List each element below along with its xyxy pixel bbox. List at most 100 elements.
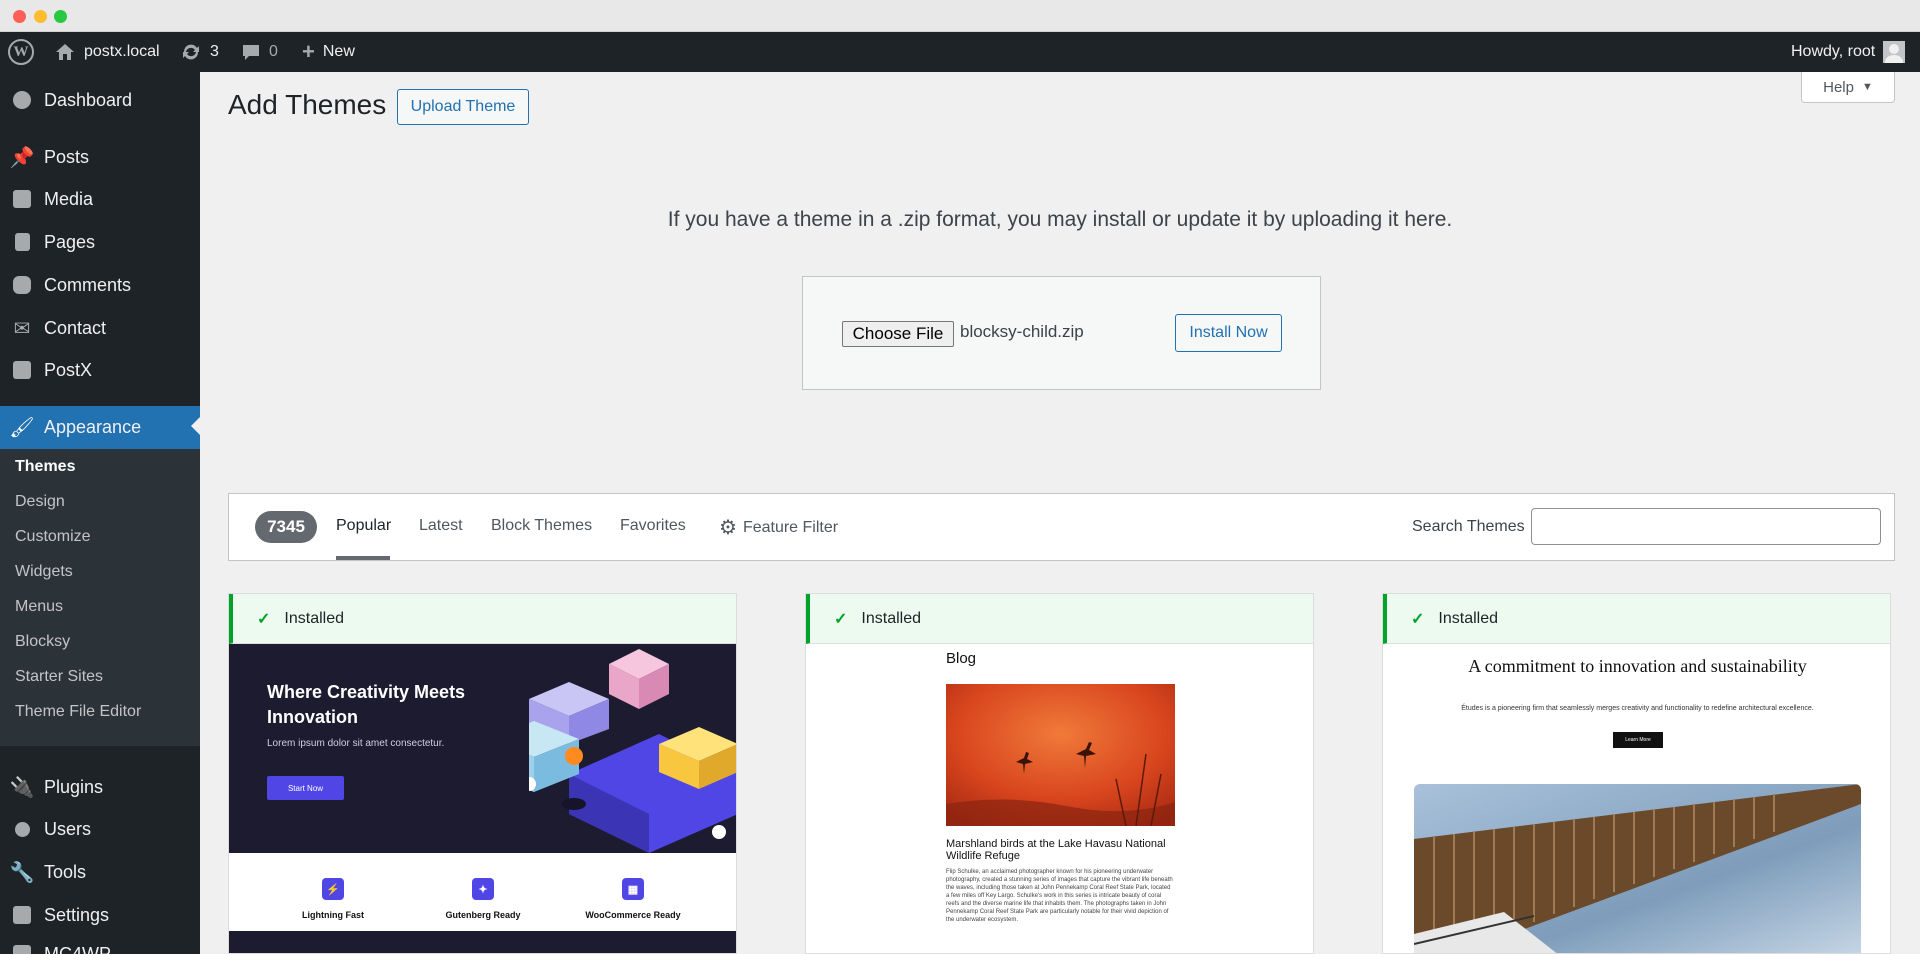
submenu-item-themes[interactable]: Themes bbox=[15, 458, 75, 476]
hero-cta: Learn More bbox=[1613, 732, 1663, 748]
sidebar-item-label: Posts bbox=[44, 146, 90, 167]
media-icon bbox=[0, 190, 44, 208]
hero-cta: Start Now bbox=[267, 776, 344, 800]
post-caption: Marshland birds at the Lake Havasu Natio… bbox=[946, 838, 1166, 862]
sidebar-item-users[interactable]: Users bbox=[0, 809, 200, 849]
sidebar-item-label: Appearance bbox=[44, 417, 142, 437]
sidebar-item-postx[interactable]: PostX bbox=[0, 350, 200, 390]
tab-block-themes[interactable]: Block Themes bbox=[491, 517, 592, 535]
theme-filter-bar: 7345 Popular Latest Block Themes Favorit… bbox=[228, 493, 1895, 561]
postx-icon bbox=[0, 361, 44, 379]
feature-filter-label: Feature Filter bbox=[742, 518, 839, 536]
active-tab-indicator bbox=[336, 556, 390, 560]
sidebar-item-mc4wp[interactable]: MC4WP bbox=[0, 934, 200, 954]
theme-screenshot[interactable]: A commitment to innovation and sustainab… bbox=[1383, 644, 1890, 953]
user-icon bbox=[0, 821, 44, 837]
blog-heading: Blog bbox=[946, 650, 977, 667]
window-titlebar bbox=[0, 0, 1920, 32]
brush-icon: 🖌 bbox=[9, 417, 35, 439]
sidebar-item-appearance[interactable]: 🖌 Appearance bbox=[0, 406, 200, 449]
gear-icon: ⚙ bbox=[719, 517, 737, 539]
new-content-link[interactable]: + New bbox=[302, 32, 355, 72]
isometric-illustration bbox=[529, 649, 736, 853]
footer-section bbox=[229, 931, 736, 953]
comment-icon bbox=[0, 276, 44, 294]
comments-count: 0 bbox=[269, 43, 278, 60]
submenu-item-customize[interactable]: Customize bbox=[15, 528, 91, 546]
installed-notice: ✓ Installed bbox=[806, 594, 1313, 644]
tab-popular[interactable]: Popular bbox=[336, 517, 391, 535]
help-label: Help bbox=[1823, 78, 1854, 96]
page-title: Add Themes bbox=[228, 89, 387, 120]
submenu-item-starter-sites[interactable]: Starter Sites bbox=[15, 668, 103, 686]
settings-icon bbox=[0, 906, 44, 924]
sidebar-item-label: Settings bbox=[44, 904, 110, 925]
theme-screenshot[interactable]: Blog Marshland birds at the Lake Havasu … bbox=[806, 644, 1313, 953]
updates-link[interactable]: 3 bbox=[180, 32, 219, 72]
updates-icon bbox=[183, 44, 199, 60]
theme-card[interactable]: ✓ Installed A commitment to innovation a… bbox=[1382, 593, 1891, 954]
bolt-icon: ⚡ bbox=[322, 878, 344, 900]
selected-file-name: blocksy-child.zip bbox=[960, 322, 1084, 341]
new-label: New bbox=[322, 43, 355, 60]
sidebar-item-plugins[interactable]: 🔌 Plugins bbox=[0, 767, 200, 807]
wordpress-logo-icon: W bbox=[8, 39, 34, 65]
help-tab[interactable]: Help ▼ bbox=[1801, 72, 1895, 103]
search-themes-label: Search Themes bbox=[1412, 518, 1525, 535]
submenu-item-blocksy[interactable]: Blocksy bbox=[15, 633, 70, 651]
feature-filter-button[interactable]: ⚙ Feature Filter bbox=[719, 515, 838, 540]
submenu-item-theme-file-editor[interactable]: Theme File Editor bbox=[15, 703, 141, 721]
close-window-button[interactable] bbox=[13, 10, 26, 23]
installed-label: Installed bbox=[861, 609, 921, 627]
installed-notice: ✓ Installed bbox=[229, 594, 736, 644]
checkmark-icon: ✓ bbox=[1411, 610, 1425, 628]
pages-icon bbox=[0, 233, 44, 251]
submenu-item-menus[interactable]: Menus bbox=[15, 598, 63, 616]
upload-theme-button[interactable]: Upload Theme bbox=[397, 89, 529, 125]
wrench-icon: 🔧 bbox=[9, 861, 35, 884]
minimize-window-button[interactable] bbox=[34, 10, 47, 23]
admin-sidebar: Dashboard 📌 Posts Media Pages Comments ✉… bbox=[0, 72, 200, 954]
sidebar-item-dashboard[interactable]: Dashboard bbox=[0, 80, 200, 120]
choose-file-button[interactable]: Choose File bbox=[842, 321, 954, 347]
theme-card[interactable]: ✓ Installed Blog Marshland birds at the … bbox=[805, 593, 1314, 954]
plus-icon: + bbox=[302, 39, 315, 64]
tab-favorites[interactable]: Favorites bbox=[620, 517, 686, 535]
install-now-button[interactable]: Install Now bbox=[1175, 314, 1282, 352]
hero-headline: A commitment to innovation and sustainab… bbox=[1468, 656, 1807, 676]
my-account-link[interactable]: Howdy, root bbox=[1791, 32, 1906, 72]
site-name-link[interactable]: postx.local bbox=[54, 32, 160, 72]
appearance-submenu: Themes Design Customize Widgets Menus Bl… bbox=[0, 449, 200, 746]
submenu-item-widgets[interactable]: Widgets bbox=[15, 563, 73, 581]
hero-subtext: Lorem ipsum dolor sit amet consectetur. bbox=[267, 738, 445, 749]
sidebar-item-tools[interactable]: 🔧 Tools bbox=[0, 852, 200, 892]
site-name-label: postx.local bbox=[84, 43, 160, 60]
sidebar-item-label: Media bbox=[44, 188, 94, 209]
avatar bbox=[1883, 41, 1906, 63]
theme-card[interactable]: ✓ Installed Where Creativity Meets Innov… bbox=[228, 593, 737, 954]
comments-link[interactable]: 0 bbox=[241, 32, 278, 72]
theme-count-badge: 7345 bbox=[255, 511, 317, 543]
architecture-photo bbox=[1414, 784, 1861, 953]
maximize-window-button[interactable] bbox=[54, 10, 67, 23]
sidebar-item-label: MC4WP bbox=[44, 943, 111, 954]
hero-headline: Where Creativity Meets Innovation bbox=[267, 682, 466, 727]
tab-latest[interactable]: Latest bbox=[419, 517, 463, 535]
sunset-birds-photo bbox=[946, 684, 1175, 826]
sidebar-item-contact[interactable]: ✉ Contact bbox=[0, 308, 200, 348]
mc4wp-icon bbox=[0, 945, 44, 954]
plugin-icon: 🔌 bbox=[9, 776, 35, 799]
updates-count: 3 bbox=[210, 43, 219, 60]
sidebar-item-label: PostX bbox=[44, 359, 93, 380]
wordpress-logo-menu[interactable]: W bbox=[8, 32, 34, 72]
sidebar-item-posts[interactable]: 📌 Posts bbox=[0, 137, 200, 177]
submenu-item-design[interactable]: Design bbox=[15, 493, 65, 511]
sidebar-item-settings[interactable]: Settings bbox=[0, 895, 200, 935]
hero-section: Where Creativity Meets Innovation Lorem … bbox=[229, 644, 736, 853]
sidebar-item-label: Contact bbox=[44, 317, 107, 338]
theme-screenshot[interactable]: Where Creativity Meets Innovation Lorem … bbox=[229, 644, 736, 953]
hero-subtext: Études is a pioneering firm that seamles… bbox=[1461, 705, 1814, 712]
sidebar-item-comments[interactable]: Comments bbox=[0, 265, 200, 305]
search-themes-input[interactable] bbox=[1531, 508, 1881, 545]
sidebar-item-label: Pages bbox=[44, 231, 96, 252]
